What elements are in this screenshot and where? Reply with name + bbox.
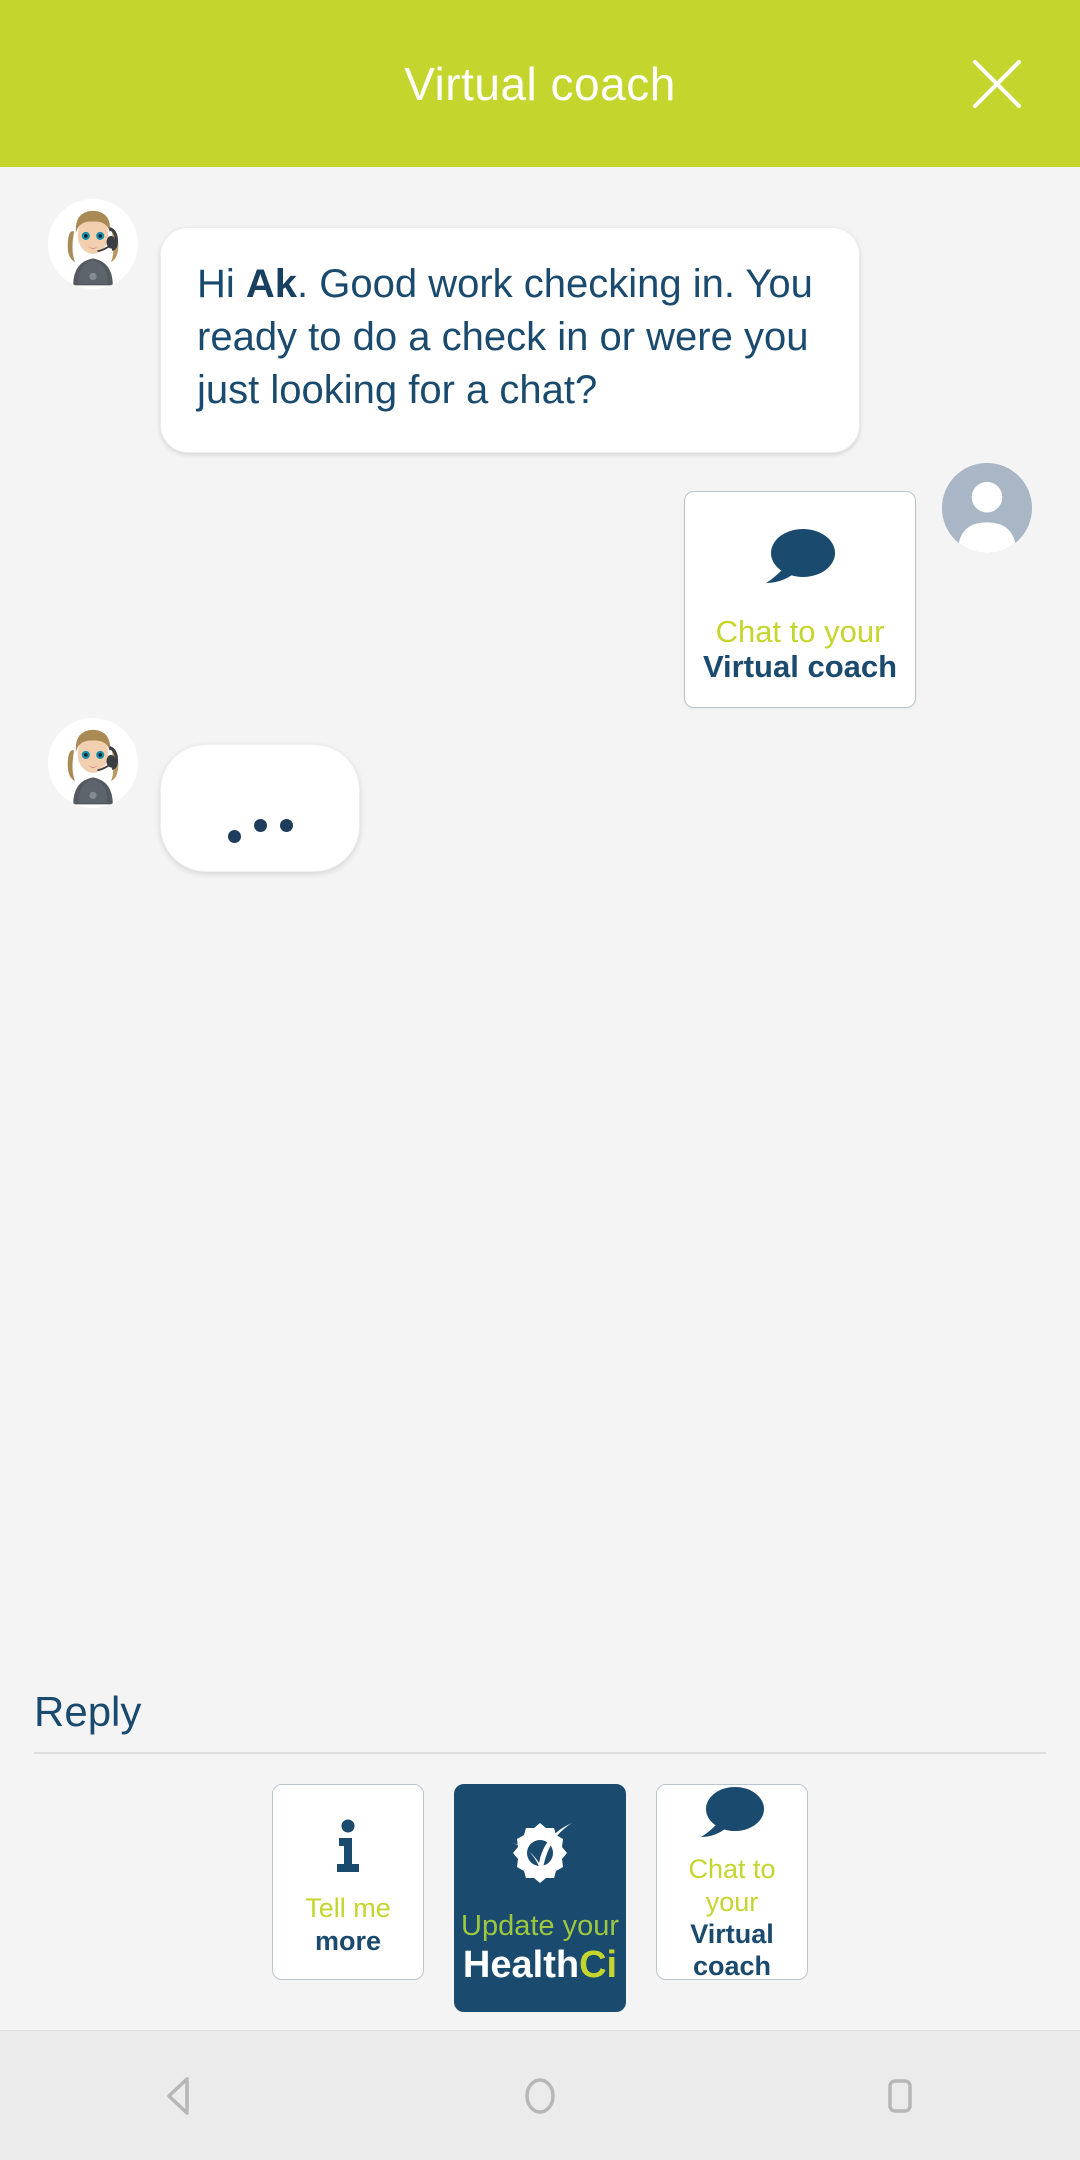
reply-section: Reply Tell me more Update your HealthCi … bbox=[0, 1688, 1080, 2030]
reply-option-chat-virtual-coach[interactable]: Chat to your Virtual coach bbox=[656, 1784, 808, 1982]
coach-avatar-icon bbox=[48, 199, 138, 289]
app-header: Virtual coach bbox=[0, 0, 1080, 167]
info-icon bbox=[330, 1811, 366, 1882]
card-line-1: Chat to your bbox=[715, 613, 885, 649]
typing-indicator-bubble bbox=[160, 743, 360, 872]
app-screen: Virtual coach Hi Ak. Good work checking … bbox=[0, 0, 1080, 2160]
typing-dot bbox=[253, 818, 267, 832]
chat-row-coach-greeting: Hi Ak. Good work checking in. You ready … bbox=[0, 199, 1080, 453]
reply-option-line-2: Virtual coach bbox=[690, 1919, 774, 1982]
sent-quick-reply-card: Chat to your Virtual coach bbox=[684, 490, 916, 708]
chat-row-coach-typing bbox=[0, 717, 1080, 872]
recents-square-icon[interactable] bbox=[840, 2031, 960, 2160]
reply-option-line-1: Tell me bbox=[305, 1893, 391, 1924]
reply-label: Reply bbox=[34, 1688, 142, 1735]
coach-avatar-icon bbox=[48, 717, 138, 808]
reply-option-line-2: more bbox=[314, 1925, 382, 1956]
typing-dots bbox=[227, 818, 293, 843]
reply-option-update-healthci[interactable]: Update your HealthCi bbox=[454, 1784, 626, 2012]
speech-bubble-icon bbox=[695, 518, 905, 598]
user-name: Ak bbox=[245, 262, 298, 306]
brand-name-base: Health bbox=[462, 1944, 580, 1987]
card-line-2: Virtual coach bbox=[702, 649, 898, 685]
chat-bubble-text: Hi Ak. Good work checking in. You ready … bbox=[197, 258, 823, 418]
back-triangle-icon[interactable] bbox=[120, 2031, 240, 2160]
reply-option-line-1: Update your bbox=[461, 1909, 619, 1942]
speech-bubble-icon bbox=[696, 1785, 768, 1843]
close-icon[interactable] bbox=[966, 53, 1028, 115]
chat-row-user-reply: Chat to your Virtual coach bbox=[0, 462, 1080, 708]
typing-dot bbox=[227, 829, 241, 843]
chat-message-list[interactable]: Hi Ak. Good work checking in. You ready … bbox=[0, 167, 1080, 1688]
reply-divider bbox=[34, 1752, 1046, 1754]
reply-option-line-2: HealthCi bbox=[463, 1943, 617, 1989]
gear-check-icon bbox=[500, 1811, 580, 1897]
user-avatar-icon bbox=[942, 462, 1032, 553]
home-circle-icon[interactable] bbox=[480, 2031, 600, 2160]
brand-name-accent: Ci bbox=[579, 1944, 618, 1987]
page-title: Virtual coach bbox=[404, 57, 676, 110]
chat-bubble-coach: Hi Ak. Good work checking in. You ready … bbox=[160, 227, 860, 453]
reply-option-line-1: Chat to your bbox=[688, 1854, 776, 1917]
greeting-prefix: Hi bbox=[197, 262, 246, 306]
reply-option-tell-me-more[interactable]: Tell me more bbox=[272, 1784, 424, 1980]
typing-dot bbox=[279, 818, 293, 832]
android-navigation-bar bbox=[0, 2030, 1080, 2160]
reply-options-list: Tell me more Update your HealthCi Chat t… bbox=[0, 1784, 1080, 2012]
